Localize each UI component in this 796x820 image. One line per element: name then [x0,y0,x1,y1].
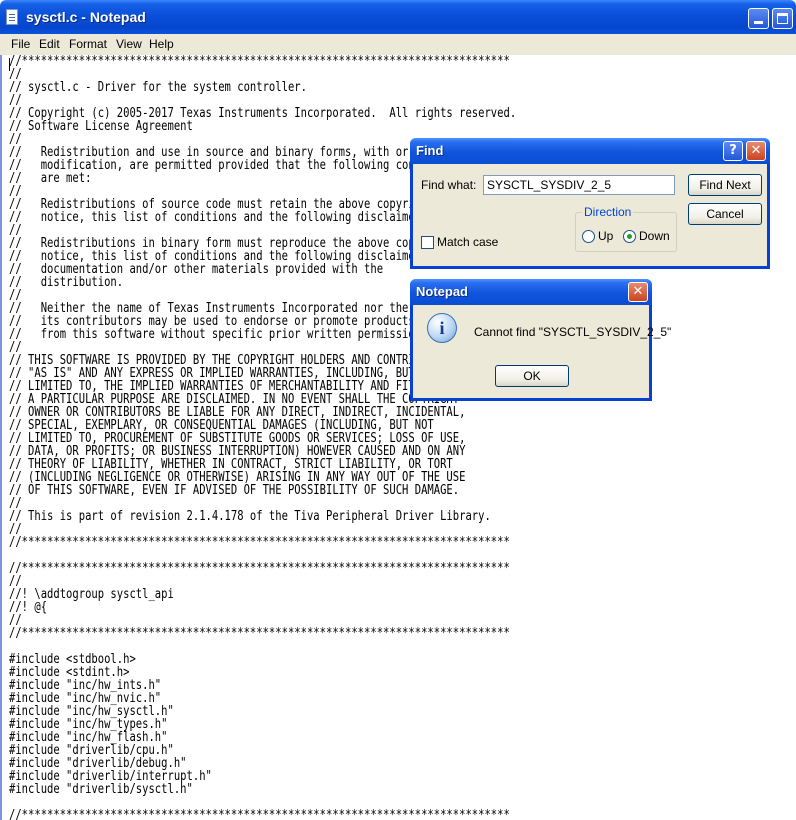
cancel-button[interactable]: Cancel [688,203,762,225]
down-label: Down [639,229,670,243]
direction-group: Direction Up Down [575,205,677,252]
window-title: sysctl.c - Notepad [26,9,146,25]
find-what-input[interactable]: SYSCTL_SYSDIV_2_5 [483,175,675,195]
ok-button[interactable]: OK [495,365,569,387]
up-radio[interactable] [582,230,595,243]
text-caret [9,58,10,71]
up-label: Up [598,229,614,243]
find-dialog-title: Find [416,143,444,158]
message-box: Notepad ✕ i Cannot find "SYSCTL_SYSDIV_2… [410,279,671,401]
message-box-title: Notepad [416,284,468,299]
menu-help[interactable]: Help [149,37,174,51]
down-radio[interactable] [623,230,636,243]
message-box-titlebar: Notepad ✕ [410,279,652,305]
message-text: Cannot find "SYSCTL_SYSDIV_2_5" [474,325,672,339]
menu-bar: File Edit Format View Help [0,34,796,56]
message-close-button[interactable]: ✕ [628,282,648,302]
menu-edit[interactable]: Edit [39,37,60,51]
menu-format[interactable]: Format [69,37,107,51]
close-icon: ✕ [632,284,644,299]
minimize-icon [754,21,763,24]
help-button[interactable]: ? [723,141,743,161]
help-icon: ? [729,143,737,158]
menu-view[interactable]: View [116,37,142,51]
find-next-button[interactable]: Find Next [688,174,762,196]
info-icon: i [427,313,457,343]
match-case-label: Match case [437,235,499,249]
direction-label: Direction [582,205,634,219]
close-icon: ✕ [750,143,762,158]
find-dialog-titlebar: Find ? ✕ [410,138,770,164]
menu-file[interactable]: File [11,37,30,51]
minimize-button[interactable] [748,8,769,29]
notepad-icon [6,9,18,25]
match-case-checkbox[interactable] [421,236,434,249]
window-titlebar: sysctl.c - Notepad [0,0,796,34]
maximize-icon [777,13,788,24]
find-dialog: Find ? ✕ Find what: SYSCTL_SYSDIV_2_5 Fi… [410,138,770,269]
find-what-label: Find what: [421,178,477,192]
maximize-button[interactable] [772,8,793,29]
find-close-button[interactable]: ✕ [746,141,766,161]
